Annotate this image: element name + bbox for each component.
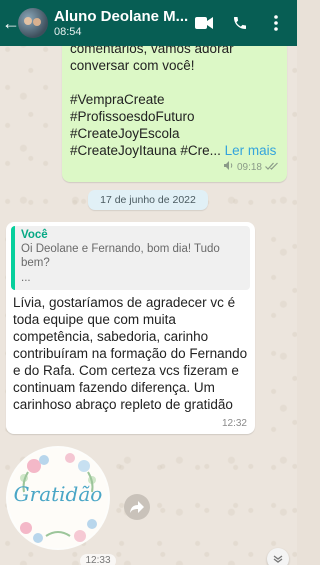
- video-call-icon[interactable]: [193, 14, 215, 32]
- message-text: Lívia, gostaríamos de agradecer vc é tod…: [13, 295, 248, 412]
- double-chevron-down-icon: [273, 555, 283, 563]
- message-time: 09:18: [236, 162, 262, 173]
- message-meta: 09:18: [223, 159, 279, 176]
- message-time: 12:32: [221, 418, 247, 429]
- message-line: conversar com você!: [70, 58, 195, 73]
- quote-author: Você: [21, 229, 48, 241]
- contact-info[interactable]: Aluno Deolane M... 08:54: [54, 8, 194, 38]
- outgoing-message[interactable]: comentários, vamos adorar conversar com …: [62, 30, 287, 182]
- message-line: #CreateJoyItauna #Cre... Ler mais: [70, 142, 279, 159]
- quote-ellipsis: ...: [21, 272, 31, 284]
- sticker-text: Gratidão: [13, 482, 103, 506]
- message-line: [70, 74, 279, 91]
- forward-icon: [130, 501, 144, 513]
- chat-header: ← Aluno Deolane M... 08:54: [0, 0, 297, 46]
- hashtag[interactable]: #ProfissoesdoFuturo: [70, 108, 279, 125]
- incoming-message[interactable]: Você Oi Deolane e Fernando, bom dia! Tud…: [6, 222, 255, 434]
- avatar[interactable]: [18, 8, 48, 38]
- quote-text: Oi Deolane e Fernando, bom dia! Tudo bem…: [21, 243, 220, 269]
- double-check-icon: [265, 159, 279, 176]
- hashtag[interactable]: #VempraCreate: [70, 91, 279, 108]
- more-options-icon[interactable]: [265, 14, 287, 32]
- contact-name: Aluno Deolane M...: [54, 8, 189, 25]
- last-seen: 08:54: [54, 26, 82, 38]
- gratitude-sticker[interactable]: Gratidão: [6, 446, 110, 550]
- back-arrow-icon[interactable]: ←: [2, 14, 20, 32]
- speaker-icon: [223, 159, 234, 176]
- quoted-message[interactable]: Você Oi Deolane e Fernando, bom dia! Tud…: [11, 226, 250, 290]
- phone-icon[interactable]: [229, 14, 251, 32]
- hashtag[interactable]: #CreateJoyItauna #Cre...: [70, 143, 221, 158]
- scroll-down-button[interactable]: [267, 548, 289, 565]
- read-more-link[interactable]: Ler mais: [225, 143, 277, 158]
- sticker-time: 12:33: [80, 554, 116, 565]
- date-divider: 17 de junho de 2022: [88, 190, 208, 210]
- forward-button[interactable]: [124, 494, 150, 520]
- hashtag[interactable]: #CreateJoyEscola: [70, 125, 279, 142]
